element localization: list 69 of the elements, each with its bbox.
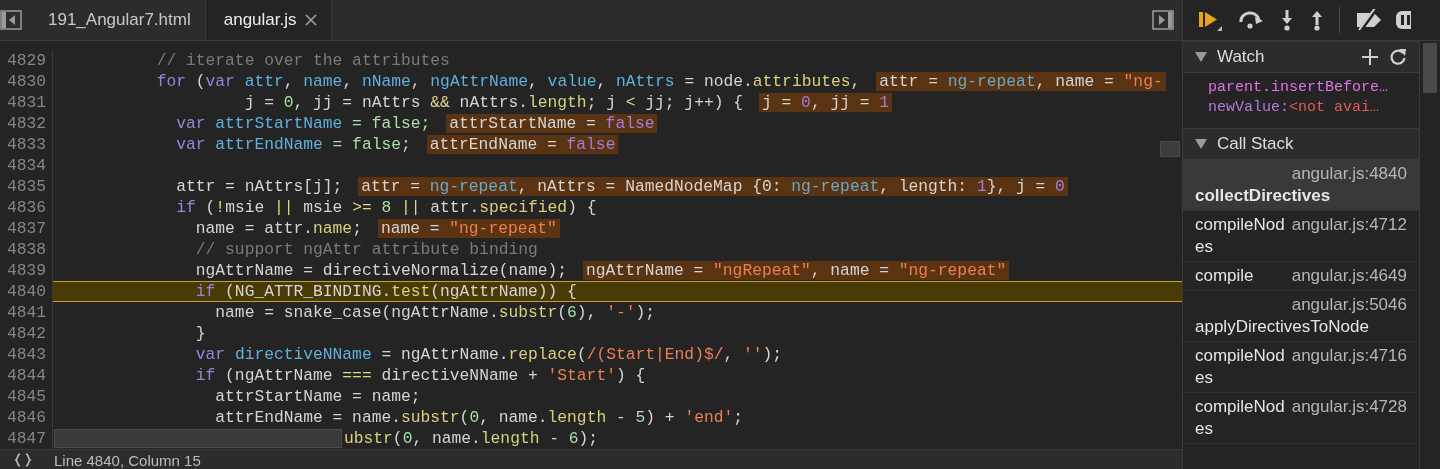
sidebar-toggle-icon[interactable] [0,10,22,30]
line-number: 4839 [0,260,53,281]
cursor-position: Line 4840, Column 15 [54,451,201,469]
section-header[interactable]: Call Stack [1183,128,1419,160]
step-into-icon[interactable] [1279,9,1295,31]
close-icon[interactable] [304,14,317,26]
inline-value: ngAttrName = "ngRepeat", name = "ng-repeat" [583,261,1010,280]
section-header[interactable]: Watch [1183,41,1419,73]
line-number: 4834 [0,155,53,176]
line-number: 4832 [0,113,53,134]
code-line: if (NG_ATTR_BINDING.test(ngAttrName)) { [194,282,577,301]
step-out-icon[interactable] [1309,9,1325,31]
inline-value: attrStartName = false [446,114,658,133]
file-tab[interactable]: angular.js [204,0,332,40]
line-number: 4842 [0,323,53,344]
line-number: 4835 [0,176,53,197]
line-number: 4836 [0,197,53,218]
code-line: ngAttrName = directiveNormalize(name); [194,261,568,280]
horizontal-scrollbar[interactable] [54,429,342,448]
line-number: 4838 [0,239,53,260]
code-line: // iterate over the attributes [155,51,450,70]
expand-arrow-icon[interactable] [1195,52,1207,62]
code-line: for (var attr, name, nName, ngAttrName, value, nAttrs = node.attributes, [155,72,861,91]
inline-value: attr = ng-repeat, nAttrs = NamedNodeMap {0: ng-repeat, length: 1}, j = 0 [358,177,1068,196]
call-stack-frame[interactable]: angular.js:4840 collectDirectives [1183,160,1419,211]
code-line: attrEndName = name.substr(0, name.length - 5) + 'end'; [214,408,743,427]
code-line: name = attr.name; [194,219,362,238]
step-over-icon[interactable] [1237,10,1265,30]
line-number: 4833 [0,134,53,155]
code-line: var attrEndName = false; [175,135,411,154]
braces-icon[interactable] [14,453,32,467]
code-line: if (ngAttrName === directiveNName + 'Start') { [194,366,646,385]
inline-value: attr = ng-repeat, name = "ng- [876,72,1166,91]
line-number: 4846 [0,407,53,428]
inline-value: attrEndName = false [426,135,619,154]
code-line: ubstr(0, name.length - 6); [344,429,599,448]
code-line: if (!msie || msie >= 8 || attr.specified) { [175,198,597,217]
code-line: var directiveNName = ngAttrName.replace(/(Start|End)$/, ''); [194,345,783,364]
panel-toggle-icon[interactable] [1152,10,1174,30]
line-number: 4843 [0,344,53,365]
line-number: 4844 [0,365,53,386]
line-number: 4837 [0,218,53,239]
code-line: j = 0, jj = nAttrs && nAttrs.length; j < jj; j++) { [243,93,743,112]
inline-value: j = 0, jj = 1 [759,93,893,112]
inline-value: name = "ng-repeat" [377,219,560,238]
line-number: 4829 [0,50,53,71]
code-line: attr = nAttrs[j]; [175,177,343,196]
code-line: } [194,324,206,343]
deactivate-breakpoints-icon[interactable] [1354,9,1384,31]
code-line: name = snake_case(ngAttrName.substr(6), '-'); [214,303,656,322]
line-number: 4841 [0,302,53,323]
scrollbar-thumb[interactable] [1423,43,1437,93]
code-line: var attrStartName = false; [175,114,431,133]
line-number: 4831 [0,92,53,113]
watch-expression[interactable]: parent.insertBefore… [1208,78,1419,98]
add-icon[interactable] [1361,48,1379,66]
section-title: Watch [1217,47,1265,67]
vertical-scrollbar[interactable] [1160,141,1180,157]
file-tab[interactable]: 191_Angular7.html [30,0,205,40]
line-number: 4830 [0,71,53,92]
code-line: attrStartName = name; [214,387,421,406]
section-title: Call Stack [1217,134,1294,154]
line-number: 4845 [0,386,53,407]
refresh-icon[interactable] [1389,48,1407,66]
watch-expression[interactable]: newValue:<not avai… [1208,98,1419,118]
expand-arrow-icon[interactable] [1195,139,1207,149]
resume-icon[interactable] [1197,9,1223,31]
pause-icon[interactable] [1396,9,1411,31]
code-line: // support ngAttr attribute binding [194,240,538,259]
